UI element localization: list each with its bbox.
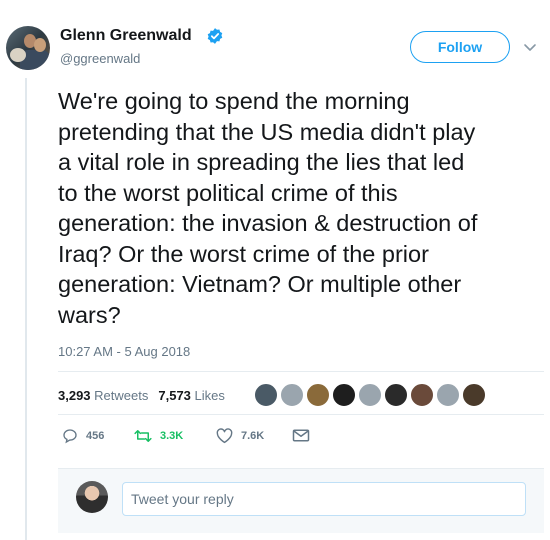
retweet-icon: [134, 430, 152, 442]
verified-badge-icon: [207, 28, 223, 44]
reply-icon: [63, 429, 77, 444]
liker-avatar[interactable]: [436, 383, 460, 407]
retweet-count: 3.3K: [160, 430, 184, 442]
liker-avatar[interactable]: [280, 383, 304, 407]
envelope-icon: [292, 429, 310, 442]
likes-stat[interactable]: 7,573 Likes: [158, 388, 225, 403]
tweet-stats: 3,293 Retweets 7,573 Likes: [58, 388, 225, 403]
likes-count: 7,573: [158, 388, 191, 403]
retweets-label: Retweets: [94, 388, 149, 403]
reply-input[interactable]: [122, 482, 526, 516]
divider-top: [58, 371, 544, 372]
liker-avatar[interactable]: [384, 383, 408, 407]
tweet-header: Glenn Greenwald @ggreenwald Follow: [0, 0, 550, 80]
divider-bottom: [58, 414, 544, 415]
tweet-text: We're going to spend the morning pretend…: [58, 88, 478, 328]
liker-avatar[interactable]: [358, 383, 382, 407]
liker-avatars: [254, 383, 488, 407]
follow-button[interactable]: Follow: [410, 31, 510, 63]
current-user-avatar[interactable]: [76, 481, 108, 513]
liker-avatar[interactable]: [306, 383, 330, 407]
like-count: 7.6K: [241, 430, 265, 442]
thread-line: [25, 78, 27, 540]
reply-count: 456: [86, 430, 105, 442]
author-avatar[interactable]: [6, 26, 50, 70]
likes-label: Likes: [194, 388, 225, 403]
like-action[interactable]: 7.6K: [216, 428, 264, 444]
retweet-action[interactable]: 3.3K: [134, 428, 183, 444]
liker-avatar[interactable]: [254, 383, 278, 407]
retweets-count: 3,293: [58, 388, 91, 403]
heart-icon: [216, 428, 233, 444]
liker-avatar[interactable]: [462, 383, 486, 407]
tweet-actions: 456 3.3K 7.6K: [58, 428, 358, 450]
chevron-down-icon[interactable]: [522, 39, 538, 55]
reply-composer: [58, 468, 544, 533]
reply-action[interactable]: 456: [62, 428, 104, 444]
retweets-stat[interactable]: 3,293 Retweets: [58, 388, 148, 403]
dm-action[interactable]: [292, 428, 318, 443]
author-handle[interactable]: @ggreenwald: [60, 51, 140, 66]
tweet-timestamp[interactable]: 10:27 AM - 5 Aug 2018: [58, 344, 190, 359]
liker-avatar[interactable]: [410, 383, 434, 407]
author-name[interactable]: Glenn Greenwald: [60, 27, 192, 45]
liker-avatar[interactable]: [332, 383, 356, 407]
